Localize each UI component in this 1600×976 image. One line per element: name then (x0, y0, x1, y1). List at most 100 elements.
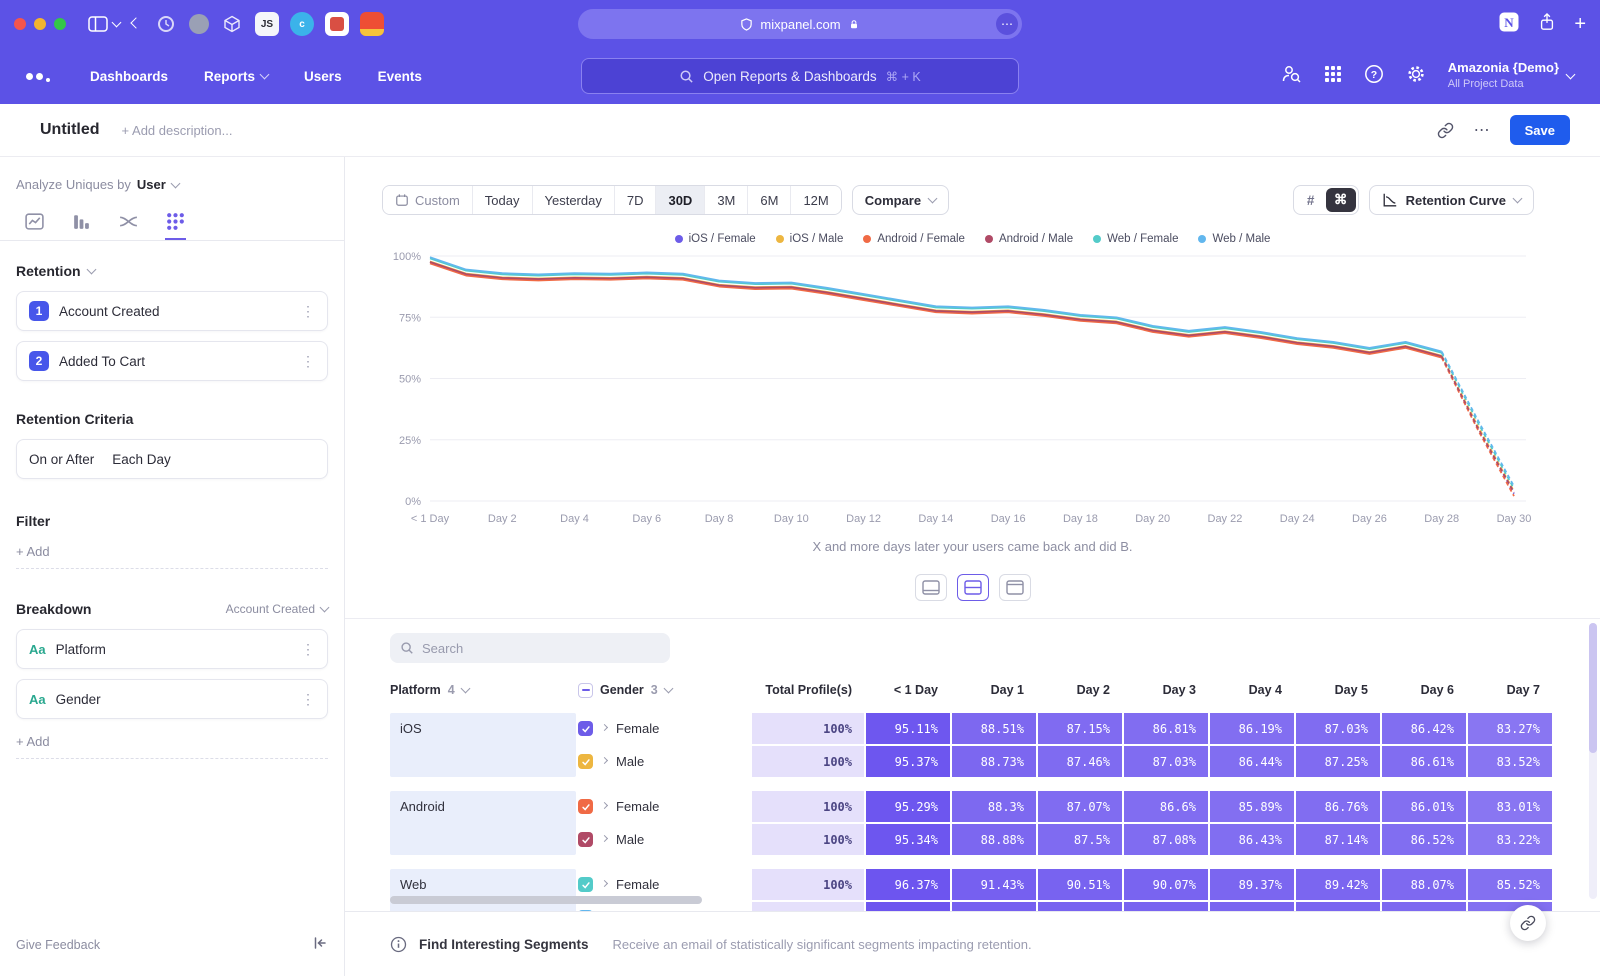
breakdown-gender[interactable]: Aa Gender ⋮ (16, 679, 328, 719)
retention-cell[interactable]: 95.29% (866, 791, 950, 822)
retention-cell[interactable]: 88.73% (952, 746, 1036, 777)
absolute-numbers-toggle[interactable]: # (1296, 188, 1326, 212)
page-options-icon[interactable]: ⋯ (996, 13, 1018, 35)
nav-events[interactable]: Events (378, 69, 422, 84)
retention-cell[interactable]: 87.46% (1038, 746, 1122, 777)
criteria-on-or-after-select[interactable]: On or After (29, 452, 94, 467)
series-line-Web / Male[interactable] (430, 257, 1442, 351)
date-range-30d[interactable]: 30D (656, 186, 705, 214)
retention-cell[interactable]: 86.44% (1210, 746, 1294, 777)
new-tab-icon[interactable]: + (1574, 13, 1586, 36)
column-header-gender[interactable]: Gender3 (578, 683, 750, 698)
extension-logo-orange-icon[interactable] (360, 12, 384, 36)
total-profiles-cell[interactable]: 100% (752, 713, 864, 744)
extension-c-icon[interactable]: c (290, 12, 314, 36)
date-range-3m[interactable]: 3M (705, 186, 748, 214)
view-chart-and-table-button[interactable] (957, 574, 989, 601)
save-button[interactable]: Save (1510, 115, 1570, 145)
view-chart-only-button[interactable] (915, 574, 947, 601)
minimize-window-button[interactable] (34, 18, 46, 30)
mixpanel-logo[interactable] (26, 71, 50, 82)
retention-cell[interactable]: 90.54% (1038, 902, 1122, 911)
extension-cube-icon[interactable] (220, 12, 244, 36)
step-menu-icon[interactable]: ⋮ (301, 353, 315, 370)
legend-item-ios-female[interactable]: iOS / Female (675, 233, 756, 245)
chart-type-select[interactable]: Retention Curve (1369, 185, 1534, 215)
retention-cell[interactable]: 91.41% (952, 902, 1036, 911)
retention-cell[interactable]: 86.52% (1382, 824, 1466, 855)
extension-logo-red-icon[interactable] (325, 12, 349, 36)
open-reports-search[interactable]: Open Reports & Dashboards ⌘ + K (581, 58, 1019, 94)
project-switcher[interactable]: Amazonia {Demo} All Project Data (1448, 60, 1574, 91)
table-search[interactable] (390, 633, 670, 663)
help-icon[interactable]: ? (1364, 64, 1384, 89)
command-toggle[interactable]: ⌘ (1326, 188, 1356, 212)
date-range-yesterday[interactable]: Yesterday (533, 186, 615, 214)
breakdown-menu-icon[interactable]: ⋮ (301, 691, 315, 708)
share-icon[interactable] (1538, 12, 1556, 37)
retention-cell[interactable]: 90.07% (1124, 869, 1208, 900)
date-range-today[interactable]: Today (473, 186, 533, 214)
scrollbar-thumb[interactable] (1589, 623, 1597, 753)
retention-cell[interactable]: 86.6% (1124, 791, 1208, 822)
retention-cell[interactable]: 89.52% (1296, 902, 1380, 911)
retention-cell[interactable]: 86.19% (1210, 713, 1294, 744)
retention-cell[interactable]: 87.08% (1124, 824, 1208, 855)
tab-flows[interactable] (118, 204, 139, 240)
legend-item-ios-male[interactable]: iOS / Male (776, 233, 844, 245)
close-window-button[interactable] (14, 18, 26, 30)
add-breakdown-button[interactable]: + Add (16, 725, 328, 759)
expand-row-icon[interactable] (601, 834, 608, 841)
retention-cell[interactable]: 86.61% (1382, 746, 1466, 777)
series-line-Android / Male[interactable] (430, 262, 1442, 356)
retention-cell[interactable]: 96.37% (866, 869, 950, 900)
retention-cell[interactable]: 86.01% (1382, 791, 1466, 822)
retention-cell[interactable]: 95.34% (866, 824, 950, 855)
retention-cell[interactable]: 90.51% (1038, 869, 1122, 900)
nav-users[interactable]: Users (304, 69, 342, 84)
gender-cell[interactable]: Female (578, 791, 750, 822)
retention-cell[interactable]: 87.15% (1038, 713, 1122, 744)
legend-item-android-male[interactable]: Android / Male (985, 233, 1073, 245)
total-profiles-cell[interactable]: 100% (752, 746, 864, 777)
retention-cell[interactable]: 95.11% (866, 713, 950, 744)
date-range-12m[interactable]: 12M (791, 186, 840, 214)
more-options-button[interactable]: ⋯ (1474, 120, 1490, 140)
notion-extension-icon[interactable]: N (1498, 11, 1520, 38)
expand-row-icon[interactable] (601, 756, 608, 763)
retention-cell[interactable]: 89.37% (1210, 869, 1294, 900)
zoom-window-button[interactable] (54, 18, 66, 30)
retention-step-1[interactable]: 1 Account Created ⋮ (16, 291, 328, 331)
retention-cell[interactable]: 88.3% (952, 791, 1036, 822)
retention-cell[interactable]: 95.37% (866, 746, 950, 777)
retention-section-heading[interactable]: Retention (16, 263, 328, 279)
segments-title[interactable]: Find Interesting Segments (419, 937, 589, 952)
nav-dashboards[interactable]: Dashboards (90, 69, 168, 84)
retention-step-2[interactable]: 2 Added To Cart ⋮ (16, 341, 328, 381)
date-range-7d[interactable]: 7D (615, 186, 657, 214)
view-table-only-button[interactable] (999, 574, 1031, 601)
gender-cell[interactable]: Male (578, 746, 750, 777)
checkbox-ios-male[interactable] (578, 754, 593, 769)
retention-cell[interactable]: 87.5% (1038, 824, 1122, 855)
gender-cell[interactable]: Female (578, 713, 750, 744)
total-profiles-cell[interactable]: 100% (752, 902, 864, 911)
retention-cell[interactable]: 85.89% (1210, 791, 1294, 822)
expand-row-icon[interactable] (601, 801, 608, 808)
retention-cell[interactable]: 87.07% (1038, 791, 1122, 822)
retention-cell[interactable]: 88.19% (1382, 902, 1466, 911)
expand-row-icon[interactable] (601, 879, 608, 886)
series-line-dashed-Android / Male[interactable] (1442, 356, 1514, 492)
apps-grid-icon[interactable] (1324, 65, 1342, 88)
tab-insights[interactable] (24, 204, 45, 240)
horizontal-scrollbar[interactable] (390, 896, 702, 904)
retention-cell[interactable]: 88.88% (952, 824, 1036, 855)
retention-cell[interactable]: 91.43% (952, 869, 1036, 900)
tab-retention[interactable] (165, 204, 186, 240)
back-button[interactable] (132, 22, 140, 27)
nav-reports[interactable]: Reports (204, 69, 268, 84)
retention-cell[interactable]: 86.76% (1296, 791, 1380, 822)
browser-sidebar-toggle[interactable] (88, 16, 120, 32)
breakdown-platform[interactable]: Aa Platform ⋮ (16, 629, 328, 669)
extension-circle-icon[interactable] (189, 14, 209, 34)
